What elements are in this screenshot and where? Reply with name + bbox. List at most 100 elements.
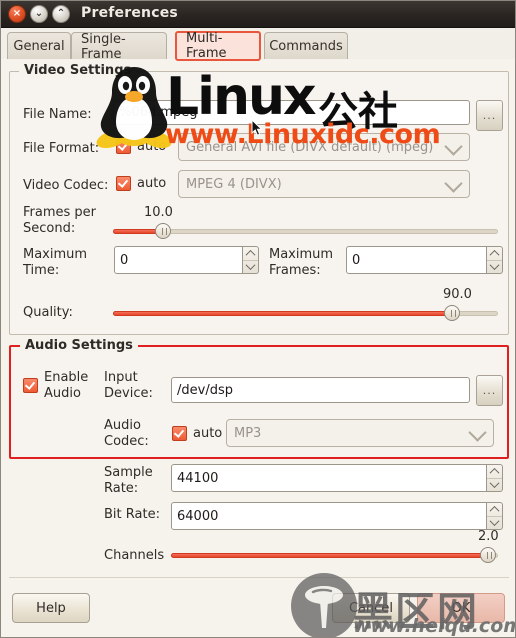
sample-rate-input[interactable]: 44100 (171, 464, 487, 492)
close-icon[interactable]: × (8, 5, 26, 23)
maximum-frames-label-line2: Frames: (269, 263, 321, 278)
bit-rate-spinner[interactable]: 64000 (171, 502, 503, 530)
multi-frame-panel: Video Settings File Name: %06d.mpeg ... … (1, 59, 515, 637)
input-device-label-line2: Device: (104, 386, 153, 401)
file-name-label: File Name: (23, 107, 92, 122)
file-format-auto-checkbox[interactable]: auto (116, 139, 166, 154)
chevron-down-icon (444, 137, 463, 156)
enable-audio-label-line1: Enable (44, 370, 89, 385)
slider-thumb[interactable] (155, 223, 172, 239)
sample-rate-spin-buttons[interactable] (487, 464, 503, 492)
spin-up-button[interactable] (487, 503, 502, 517)
spin-up-button[interactable] (243, 247, 258, 261)
tab-multi-frame[interactable]: Multi-Frame (175, 31, 261, 61)
minimize-icon[interactable]: ⌄ (30, 5, 48, 23)
sample-rate-label-line2: Rate: (104, 481, 139, 496)
ok-button[interactable]: OK (417, 593, 505, 623)
window-controls: × ⌄ ⌃ (8, 5, 70, 23)
tab-strip: General Single-Frame Multi-Frame Command… (1, 28, 515, 62)
channels-slider[interactable] (171, 547, 498, 563)
help-button[interactable]: Help (12, 593, 90, 623)
fps-label-line2: Second: (23, 221, 76, 236)
bit-rate-input[interactable]: 64000 (171, 502, 487, 530)
sample-rate-spinner[interactable]: 44100 (171, 464, 503, 492)
spin-up-button[interactable] (487, 465, 502, 479)
audio-codec-combobox[interactable]: MP3 (226, 419, 494, 447)
cancel-button[interactable]: Cancel (332, 593, 410, 623)
checkbox-icon (23, 378, 38, 393)
maximum-time-spinner[interactable]: 0 (114, 246, 259, 274)
spin-down-button[interactable] (487, 516, 502, 530)
slider-thumb[interactable] (443, 305, 460, 321)
checkbox-icon (116, 139, 131, 154)
maximum-time-label-line1: Maximum (23, 247, 88, 262)
maximize-icon[interactable]: ⌃ (52, 5, 70, 23)
video-codec-auto-checkbox[interactable]: auto (116, 176, 166, 191)
chevron-down-icon (468, 423, 487, 442)
input-device-browse-button[interactable]: ... (476, 375, 503, 406)
caret-up-icon (489, 505, 500, 516)
enable-audio-label-line2: Audio (44, 386, 81, 401)
window-title: Preferences (81, 5, 178, 21)
tab-commands[interactable]: Commands (264, 32, 348, 60)
bit-rate-label: Bit Rate: (104, 507, 160, 522)
caret-down-icon (489, 516, 500, 527)
caret-up-icon (489, 467, 500, 478)
maximum-time-spin-buttons[interactable] (243, 246, 259, 274)
file-name-input[interactable]: %06d.mpeg (113, 100, 470, 125)
quality-label: Quality: (23, 305, 73, 320)
fps-slider[interactable] (113, 223, 498, 239)
footer-separator (9, 577, 509, 578)
checkbox-icon (116, 176, 131, 191)
video-codec-label: Video Codec: (23, 178, 109, 193)
preferences-window: × ⌄ ⌃ Preferences General Single-Frame M… (0, 0, 516, 638)
audio-codec-auto-label: auto (193, 426, 223, 441)
spin-up-button[interactable] (487, 247, 502, 261)
video-codec-auto-label: auto (137, 176, 167, 191)
audio-codec-label-line1: Audio (104, 418, 141, 433)
maximum-time-label-line2: Time: (23, 263, 60, 278)
slider-fill (171, 553, 489, 558)
spin-down-button[interactable] (243, 260, 258, 274)
channels-value: 2.0 (478, 529, 499, 544)
maximum-frames-input[interactable]: 0 (346, 246, 487, 274)
caret-up-icon (245, 249, 256, 260)
file-format-value: General AVI file (DIVX default) (mpeg) (186, 139, 434, 155)
spin-down-button[interactable] (487, 260, 502, 274)
enable-audio-checkbox[interactable] (23, 378, 38, 393)
input-device-input[interactable]: /dev/dsp (171, 377, 470, 403)
audio-codec-value: MP3 (234, 425, 262, 441)
maximum-frames-spin-buttons[interactable] (487, 246, 503, 274)
fps-value: 10.0 (144, 205, 173, 220)
quality-value: 90.0 (443, 287, 472, 302)
file-format-auto-label: auto (137, 139, 167, 154)
caret-down-icon (489, 478, 500, 489)
tab-single-frame[interactable]: Single-Frame (71, 32, 167, 62)
caret-down-icon (489, 260, 500, 271)
file-name-browse-button[interactable]: ... (476, 100, 503, 131)
bit-rate-spin-buttons[interactable] (487, 502, 503, 530)
input-device-label-line1: Input (104, 370, 138, 385)
maximum-time-input[interactable]: 0 (114, 246, 243, 274)
audio-codec-label-line2: Codec: (104, 434, 149, 449)
quality-slider[interactable] (113, 305, 498, 321)
channels-label: Channels (104, 548, 165, 563)
checkbox-icon (172, 426, 187, 441)
audio-codec-auto-checkbox[interactable]: auto (172, 426, 222, 441)
caret-down-icon (245, 260, 256, 271)
spin-down-button[interactable] (487, 478, 502, 492)
file-format-label: File Format: (23, 141, 100, 156)
video-codec-value: MPEG 4 (DIVX) (186, 176, 282, 192)
tab-general[interactable]: General (7, 32, 71, 60)
maximum-frames-spinner[interactable]: 0 (346, 246, 503, 274)
chevron-down-icon (444, 174, 463, 193)
audio-settings-legend: Audio Settings (20, 338, 138, 353)
video-settings-legend: Video Settings (19, 63, 137, 78)
file-format-combobox[interactable]: General AVI file (DIVX default) (mpeg) (178, 133, 470, 161)
slider-thumb[interactable] (480, 547, 497, 563)
caret-up-icon (489, 249, 500, 260)
fps-label-line1: Frames per (23, 205, 97, 220)
sample-rate-label-line1: Sample (104, 465, 153, 480)
slider-fill (113, 311, 452, 316)
video-codec-combobox[interactable]: MPEG 4 (DIVX) (178, 170, 470, 198)
